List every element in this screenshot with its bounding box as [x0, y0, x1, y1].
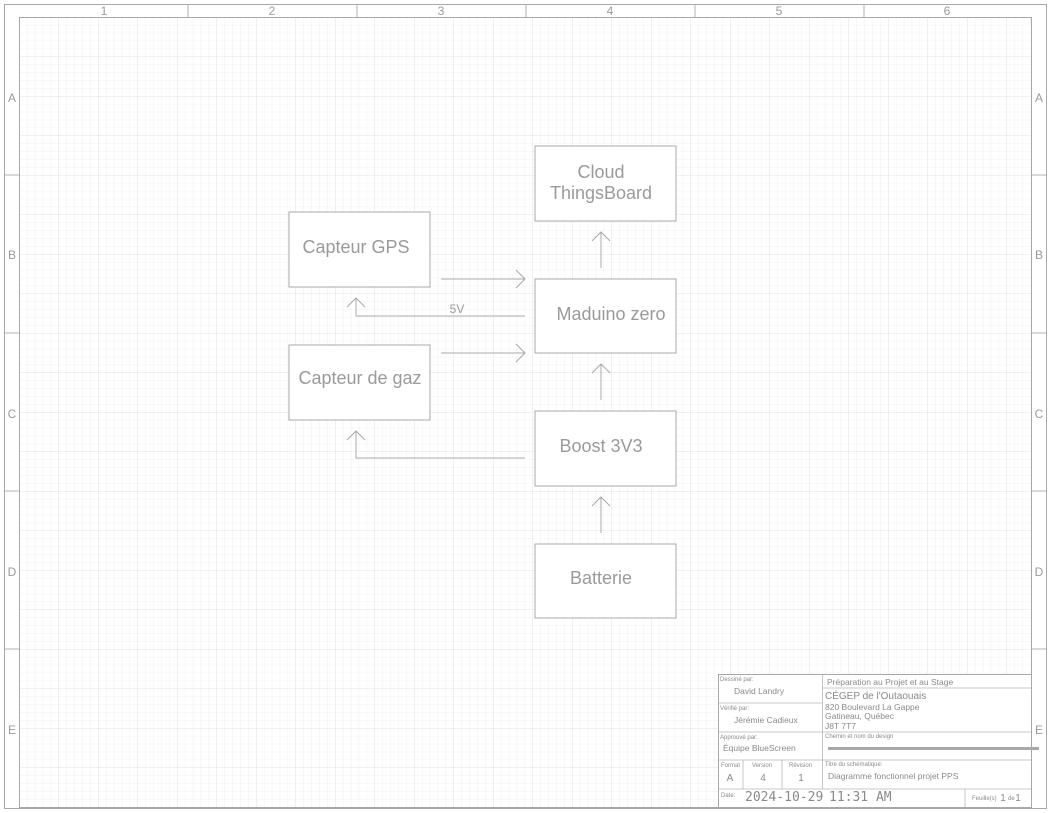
organization-address-2: Gatineau, Québec	[825, 711, 895, 721]
block-cloud-line1: Cloud	[577, 162, 624, 182]
block-gas-label: Capteur de gaz	[298, 368, 421, 388]
drawn-by-caption: Dessiné par:	[720, 677, 754, 683]
block-battery[interactable]: Batterie	[534, 543, 677, 619]
sheet-total: 1	[1015, 793, 1021, 804]
block-boost-label: Boost 3V3	[559, 436, 642, 456]
column-label-2: 2	[269, 4, 276, 18]
block-maduino-label: Maduino zero	[556, 304, 665, 324]
block-maduino-zero[interactable]: Maduino zero	[534, 278, 677, 354]
column-label-4: 4	[607, 4, 614, 18]
column-label-6: 6	[944, 4, 951, 18]
version-caption: Version	[752, 763, 772, 769]
checked-by-value: Jérémie Cadieux	[734, 715, 799, 725]
row-label-b-right: B	[1035, 248, 1043, 262]
sheet-current: 1	[1000, 793, 1006, 804]
design-path-caption: Chemin et nom du design	[825, 734, 893, 740]
drawn-by-value: David Landry	[734, 686, 785, 696]
project-name: Préparation au Projet et au Stage	[827, 677, 953, 687]
time-value: 11:31 AM	[829, 790, 892, 805]
row-label-d-left: D	[8, 565, 17, 579]
block-cloud-line2: ThingsBoard	[550, 183, 652, 203]
row-label-e-right: E	[1035, 723, 1043, 737]
organization-postal-code: J8T 7T7	[825, 721, 856, 731]
date-value: 2024-10-29	[745, 790, 823, 805]
version-value: 4	[760, 773, 766, 784]
approved-by-value: Équipe BlueScreen	[723, 743, 796, 753]
schematic-sheet: 1 2 3 4 5 6 A B C D E A B C D E Cloud Th…	[4, 4, 1047, 809]
block-cloud-thingsboard[interactable]: Cloud ThingsBoard	[534, 145, 677, 222]
block-boost-3v3[interactable]: Boost 3V3	[534, 410, 677, 487]
wire-5v-label: 5V	[450, 302, 465, 316]
block-battery-label: Batterie	[570, 568, 632, 588]
revision-value: 1	[798, 773, 804, 784]
row-label-c-right: C	[1035, 407, 1044, 421]
date-caption: Date:	[721, 793, 736, 799]
block-gas-sensor[interactable]: Capteur de gaz	[288, 344, 431, 421]
column-label-5: 5	[776, 4, 783, 18]
row-label-b-left: B	[8, 248, 16, 262]
revision-caption: Révision	[789, 763, 812, 769]
checked-by-caption: Vérifié par:	[720, 706, 749, 712]
sheet-caption: Feuille(s)	[972, 796, 997, 802]
format-value: A	[727, 773, 734, 784]
row-label-a-right: A	[1035, 91, 1043, 105]
organization-name: CÉGEP de l'Outaouais	[825, 689, 926, 702]
design-path-bar	[828, 747, 1039, 750]
row-label-d-right: D	[1035, 565, 1044, 579]
row-label-a-left: A	[8, 91, 16, 105]
column-label-3: 3	[438, 4, 445, 18]
schematic-title-value: Diagramme fonctionnel projet PPS	[828, 771, 959, 781]
block-gps-sensor[interactable]: Capteur GPS	[288, 211, 431, 288]
column-ruler	[187, 5, 865, 17]
approved-by-caption: Approuvé par:	[720, 735, 758, 741]
row-label-c-left: C	[8, 407, 17, 421]
column-label-1: 1	[101, 4, 108, 18]
format-caption: Format	[721, 763, 740, 769]
schematic-title-caption: Titre du schématique:	[825, 762, 883, 768]
block-gps-label: Capteur GPS	[302, 237, 409, 257]
row-label-e-left: E	[8, 723, 16, 737]
